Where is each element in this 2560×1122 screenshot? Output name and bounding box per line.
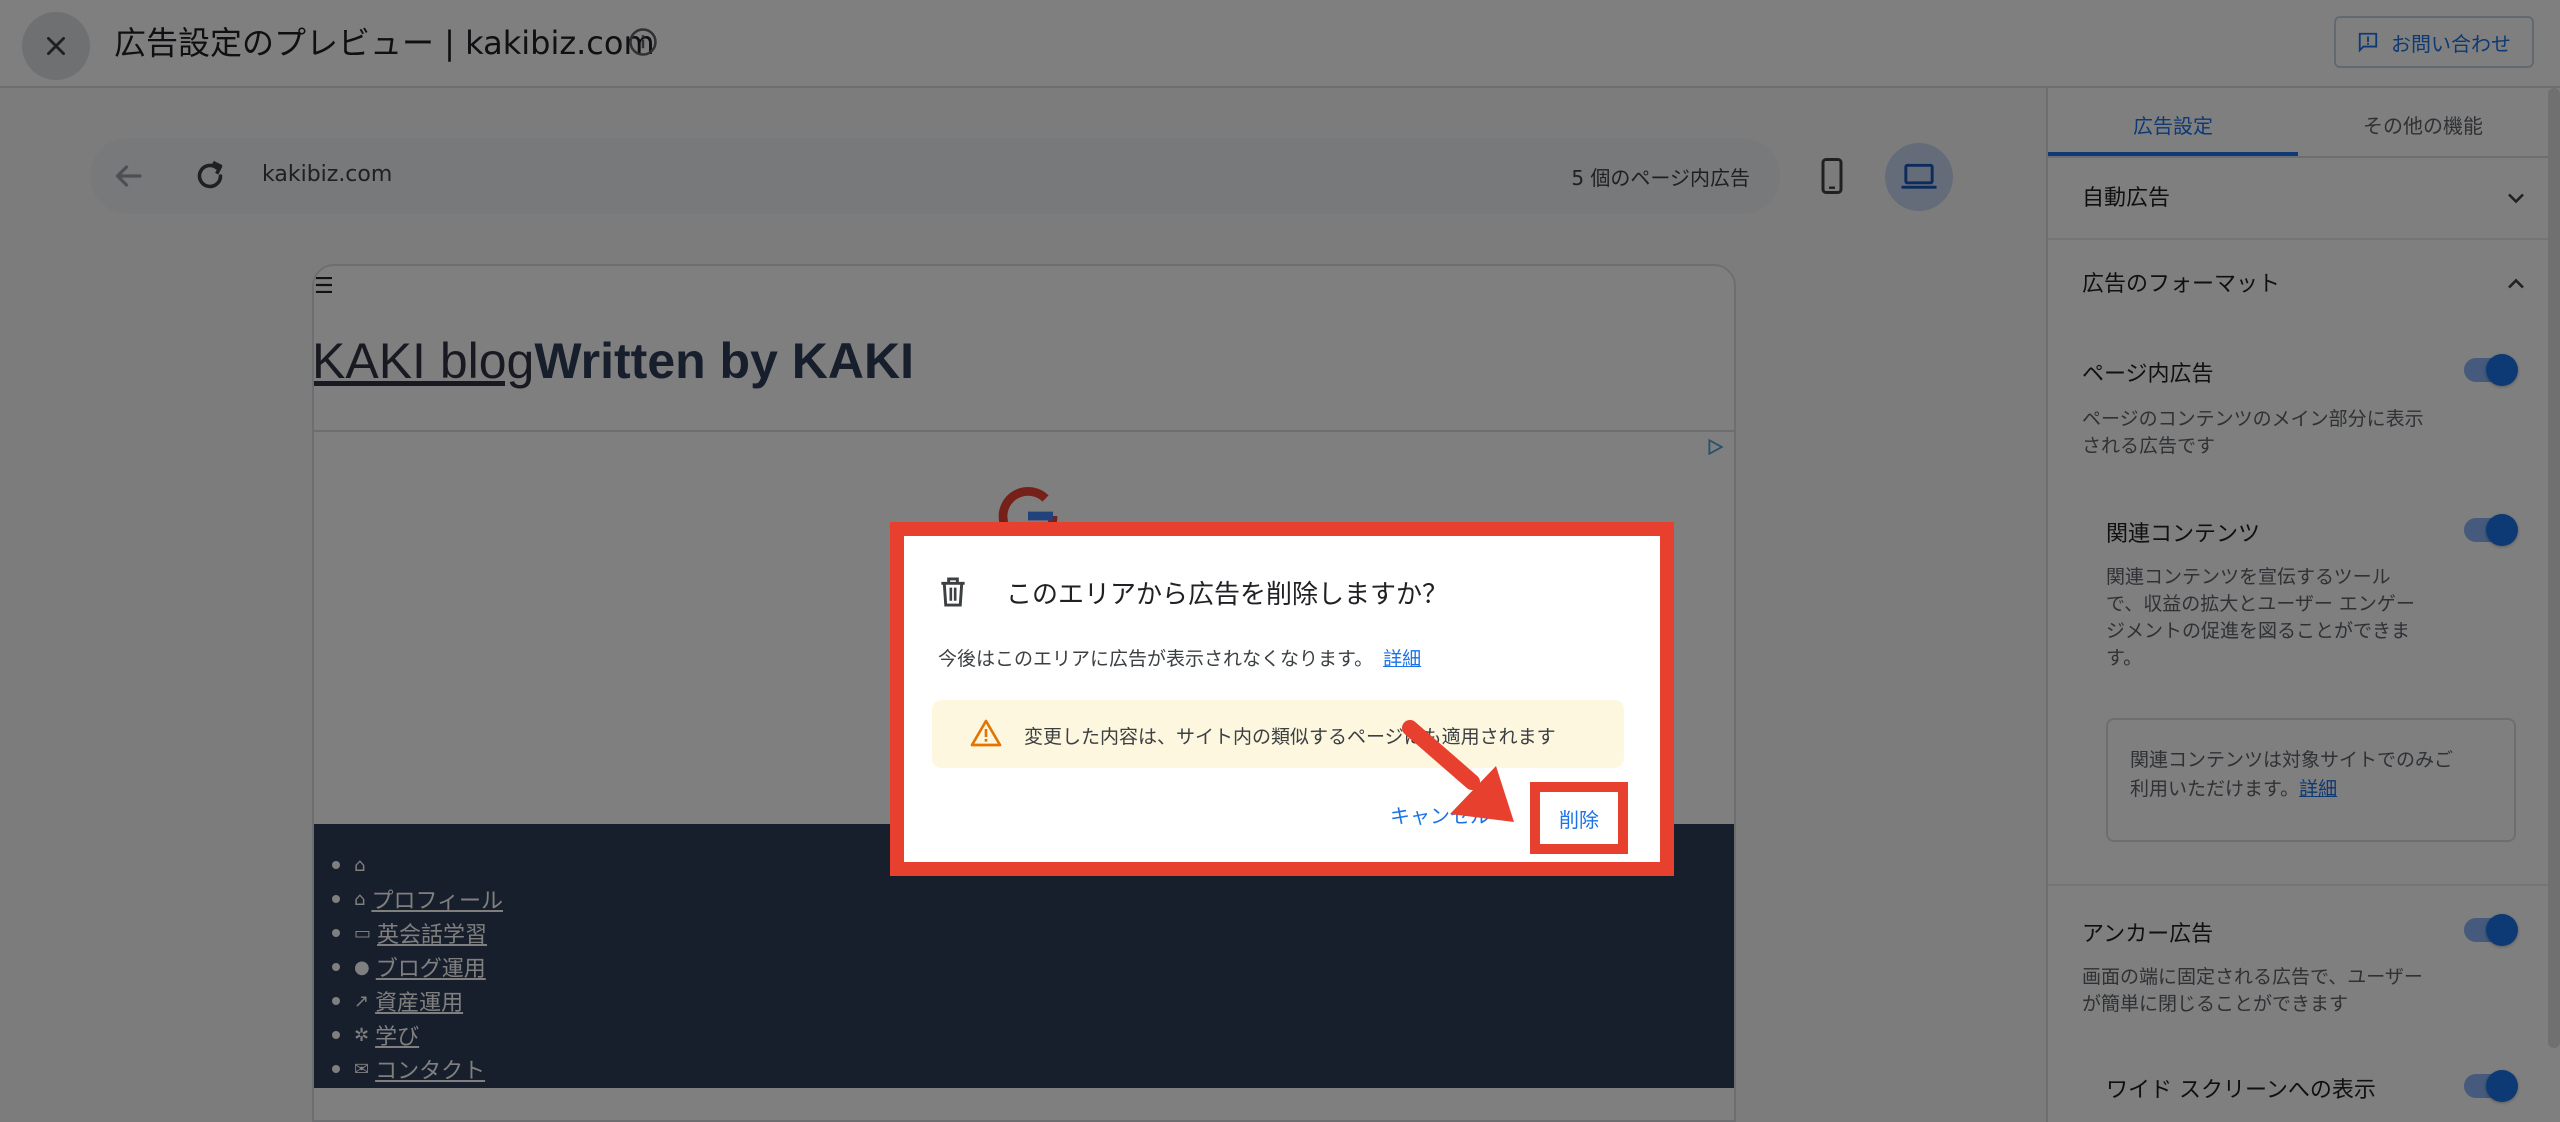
delete-button[interactable]: 削除: [1530, 782, 1628, 854]
dialog-details-link[interactable]: 詳細: [1383, 648, 1421, 670]
delete-ad-dialog: このエリアから広告を削除しますか？ 今後はこのエリアに広告が表示されなくなります…: [904, 536, 1660, 862]
dialog-message: 今後はこのエリアに広告が表示されなくなります。 詳細: [938, 648, 1422, 670]
dialog-highlight-frame: このエリアから広告を削除しますか？ 今後はこのエリアに広告が表示されなくなります…: [890, 522, 1674, 876]
delete-label: 削除: [1559, 807, 1599, 832]
warning-icon: [970, 719, 1002, 747]
trash-icon: [941, 577, 965, 607]
dialog-title: このエリアから広告を削除しますか？: [1006, 580, 1449, 610]
annotation-arrow-icon: [1402, 720, 1514, 822]
